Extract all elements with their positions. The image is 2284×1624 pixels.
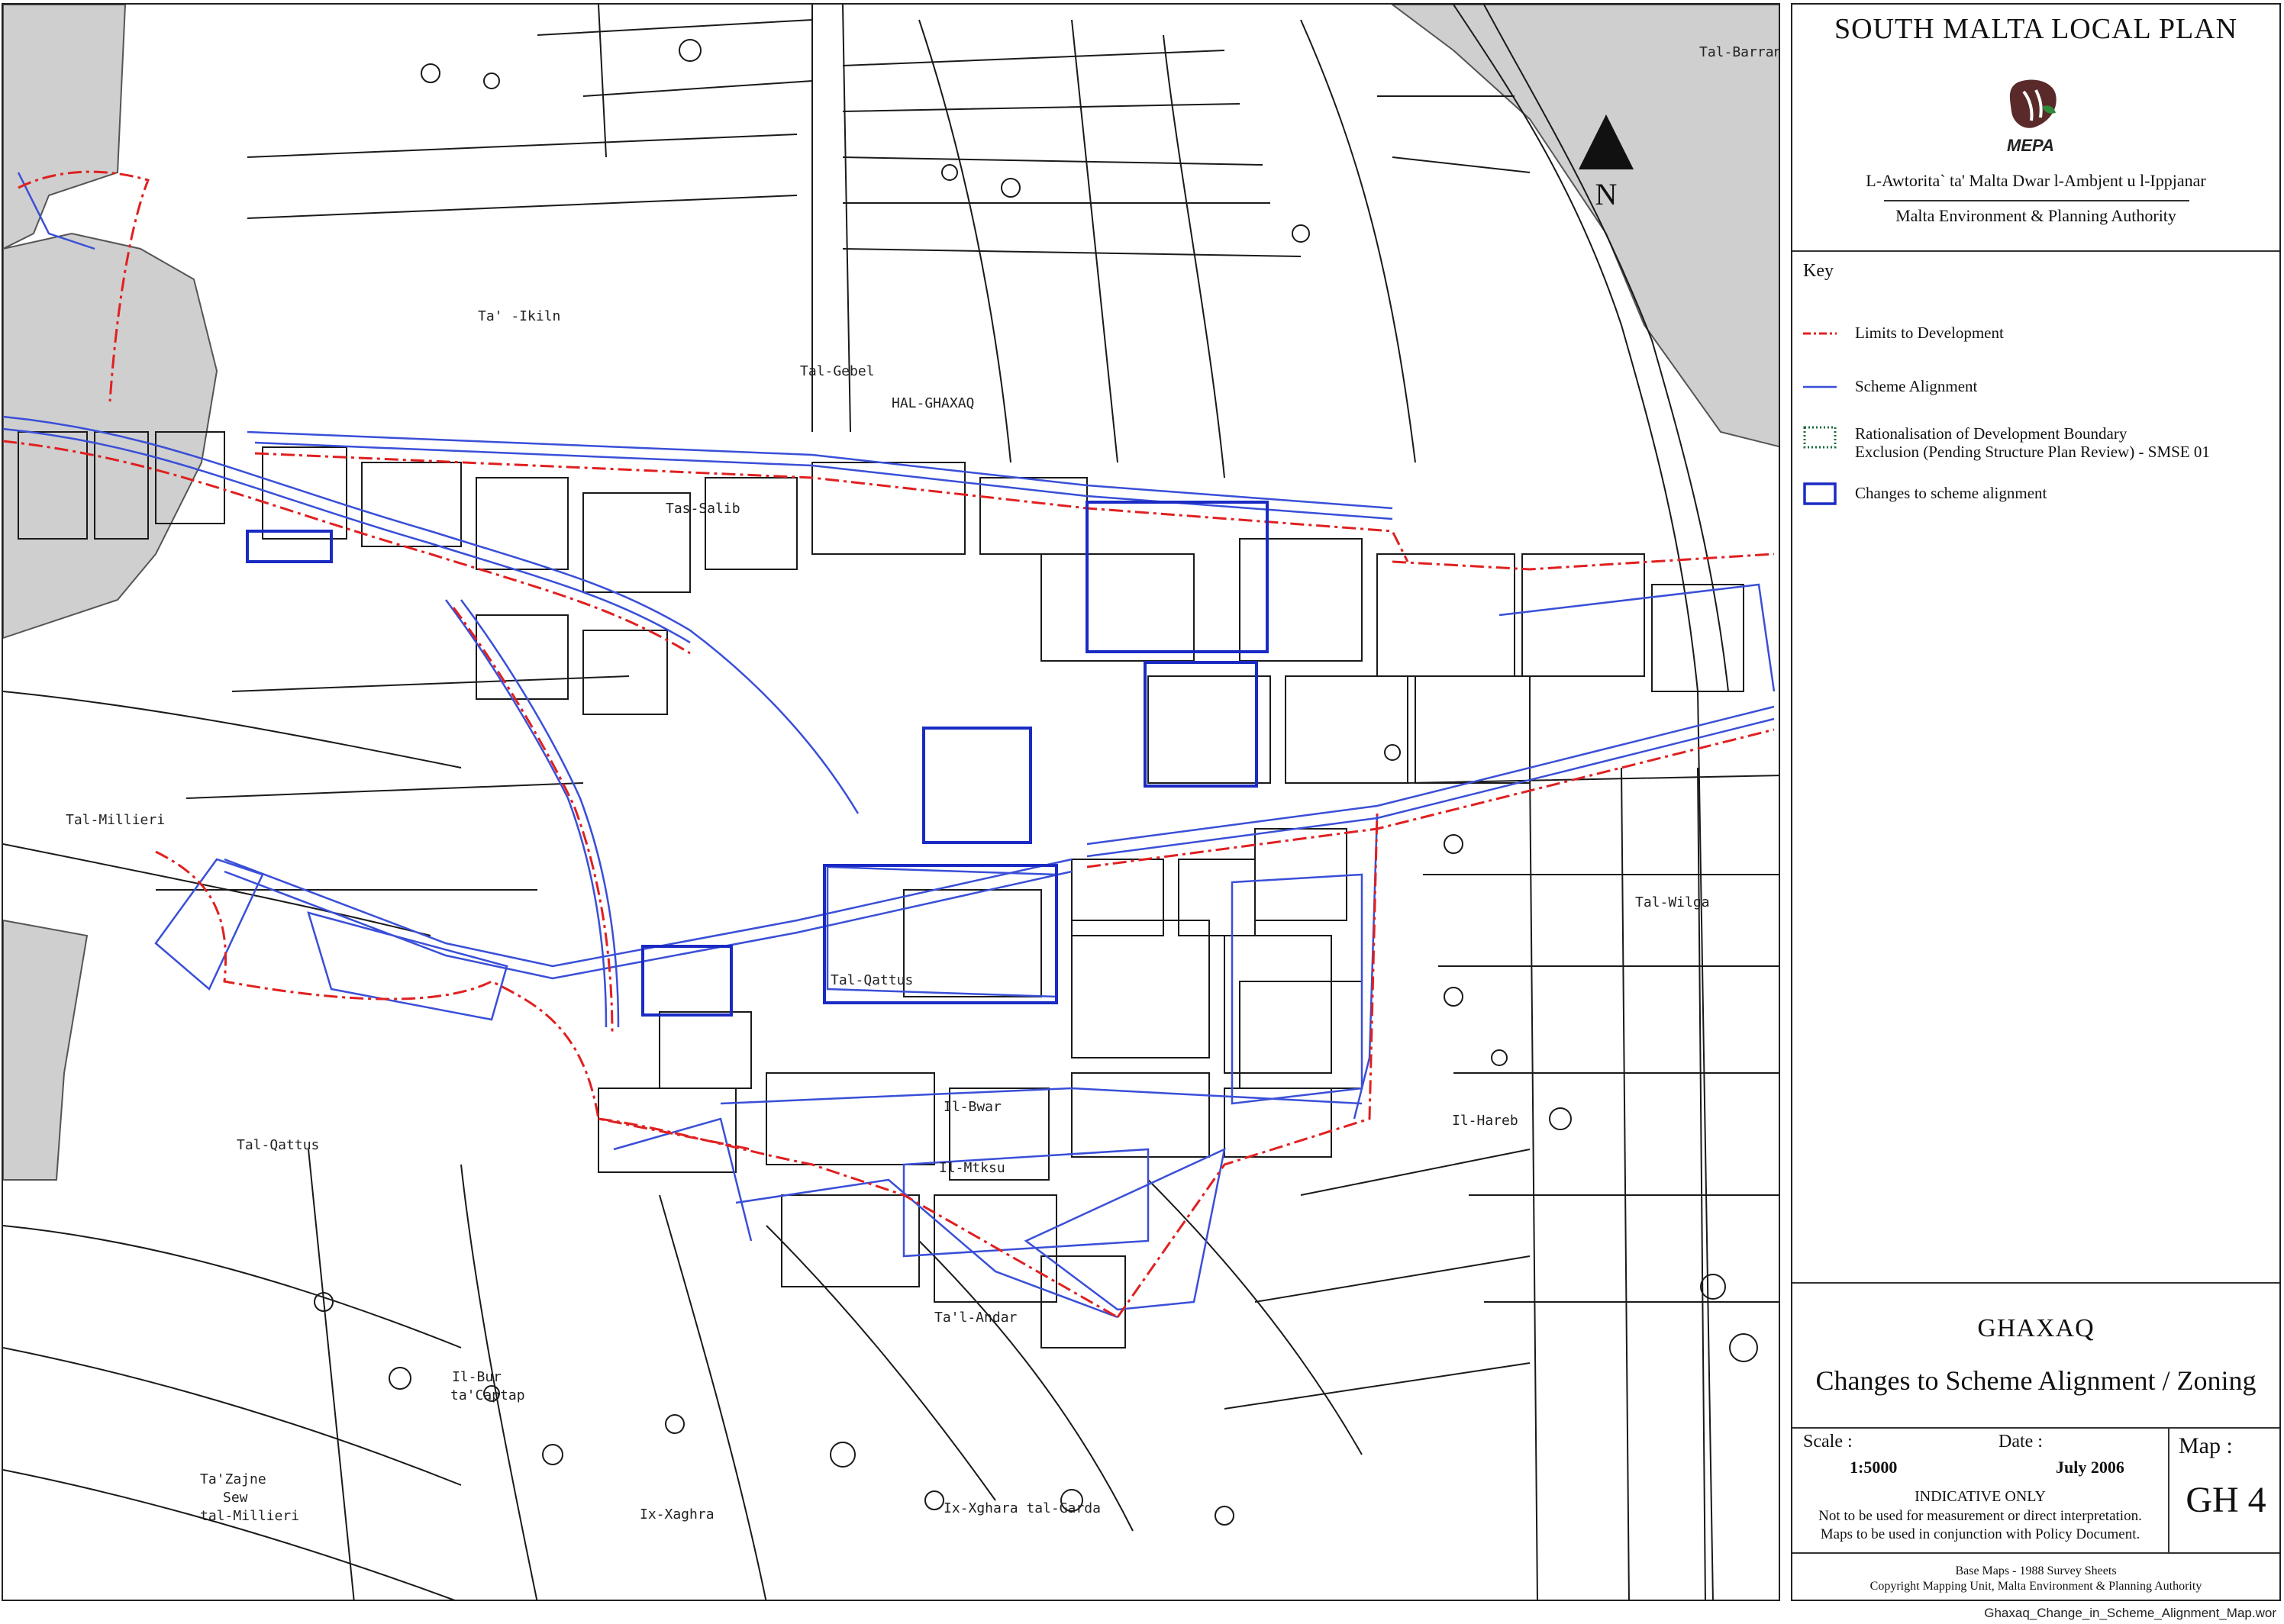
place-label: HAL-GHAXAQ bbox=[892, 395, 975, 411]
place-label: Ix-Xaghra bbox=[640, 1506, 715, 1522]
place-label: Il-Hareb bbox=[1452, 1113, 1518, 1129]
box-icon bbox=[1803, 482, 1837, 505]
key-label: Scheme Alignment bbox=[1855, 377, 1978, 395]
place-label: Tas-Salib bbox=[666, 501, 740, 517]
place-label: Il-Mtksu bbox=[939, 1160, 1005, 1176]
place-label: Tal-Barrani bbox=[1699, 44, 1779, 60]
parcel-lines bbox=[3, 5, 1779, 1600]
divider bbox=[1792, 1282, 2279, 1284]
map-number: GH 4 bbox=[2186, 1480, 2266, 1520]
base-maps-note: Base Maps - 1988 Survey Sheets bbox=[1955, 1564, 2117, 1577]
divider bbox=[1792, 250, 2279, 252]
copyright-note: Copyright Mapping Unit, Malta Environmen… bbox=[1869, 1580, 2202, 1593]
key-label: Changes to scheme alignment bbox=[1855, 484, 2047, 502]
legend-panel: SOUTH MALTA LOCAL PLAN MEPA L-Awtorita` … bbox=[1791, 3, 2281, 1601]
key-label: Rationalisation of Development Boundary bbox=[1855, 424, 2128, 443]
key-title: Key bbox=[1803, 261, 1834, 281]
place-label: Il-Bwar bbox=[944, 1099, 1002, 1115]
place-label: Tal-Wilga bbox=[1635, 894, 1710, 910]
divider bbox=[1884, 200, 2189, 201]
key-label: Limits to Development bbox=[1855, 324, 2004, 342]
place-label: Tal-Millieri bbox=[66, 812, 166, 828]
map-linework bbox=[3, 5, 1779, 1600]
place-label: Tal-Qattus bbox=[831, 972, 914, 988]
mepa-logo-icon bbox=[2002, 76, 2063, 145]
map-canvas[interactable]: Ta' -Ikiln Tal-Gebel HAL-GHAXAQ Tas-Sali… bbox=[2, 3, 1780, 1601]
dash-dot-line-icon bbox=[1803, 332, 1837, 335]
indicative-note: INDICATIVE ONLY bbox=[1915, 1488, 2046, 1505]
place-label: Ta'l-Andar bbox=[934, 1310, 1018, 1326]
north-label: N bbox=[1595, 177, 1618, 209]
divider bbox=[1792, 1552, 2279, 1554]
place-label: Sew bbox=[223, 1490, 248, 1506]
place-label: ta'Captap bbox=[450, 1387, 525, 1403]
place-title: GHAXAQ bbox=[1977, 1314, 2095, 1342]
scale-label: Scale : bbox=[1803, 1432, 1853, 1452]
authority-name-maltese: L-Awtorita` ta' Malta Dwar l-Ambjent u l… bbox=[1866, 171, 2206, 190]
place-label: Tal-Qattus bbox=[237, 1137, 320, 1153]
authority-name-english: Malta Environment & Planning Authority bbox=[1895, 206, 2176, 225]
plan-title: SOUTH MALTA LOCAL PLAN bbox=[1834, 13, 2238, 45]
dotted-box-icon bbox=[1803, 426, 1837, 449]
place-label: Ta' -Ikiln bbox=[478, 308, 561, 324]
place-label: Il-Bur bbox=[452, 1369, 502, 1385]
file-name: Ghaxaq_Change_in_Scheme_Alignment_Map.wo… bbox=[1984, 1606, 2276, 1620]
key-label-line2: Exclusion (Pending Structure Plan Review… bbox=[1855, 443, 2210, 461]
divider bbox=[1792, 1427, 2279, 1429]
line-icon bbox=[1803, 385, 1837, 388]
date-label: Date : bbox=[1999, 1432, 2043, 1452]
map-number-label: Map : bbox=[2179, 1433, 2233, 1458]
scale-value: 1:5000 bbox=[1850, 1458, 1898, 1477]
place-label: Ta'Zajne bbox=[200, 1471, 266, 1487]
place-label: tal-Millieri bbox=[200, 1508, 300, 1524]
logo-text: MEPA bbox=[2007, 136, 2054, 155]
map-subtitle: Changes to Scheme Alignment / Zoning bbox=[1815, 1365, 2257, 1396]
usage-note: Not to be used for measurement or direct… bbox=[1818, 1508, 2142, 1524]
divider bbox=[2168, 1427, 2169, 1552]
place-label: Tal-Gebel bbox=[800, 363, 875, 379]
place-label: Ix-Xghara tal-Garda bbox=[944, 1500, 1101, 1516]
date-value: July 2006 bbox=[2056, 1458, 2124, 1477]
usage-note: Maps to be used in conjunction with Poli… bbox=[1820, 1526, 2140, 1542]
north-arrow-icon: N bbox=[1576, 114, 1637, 211]
